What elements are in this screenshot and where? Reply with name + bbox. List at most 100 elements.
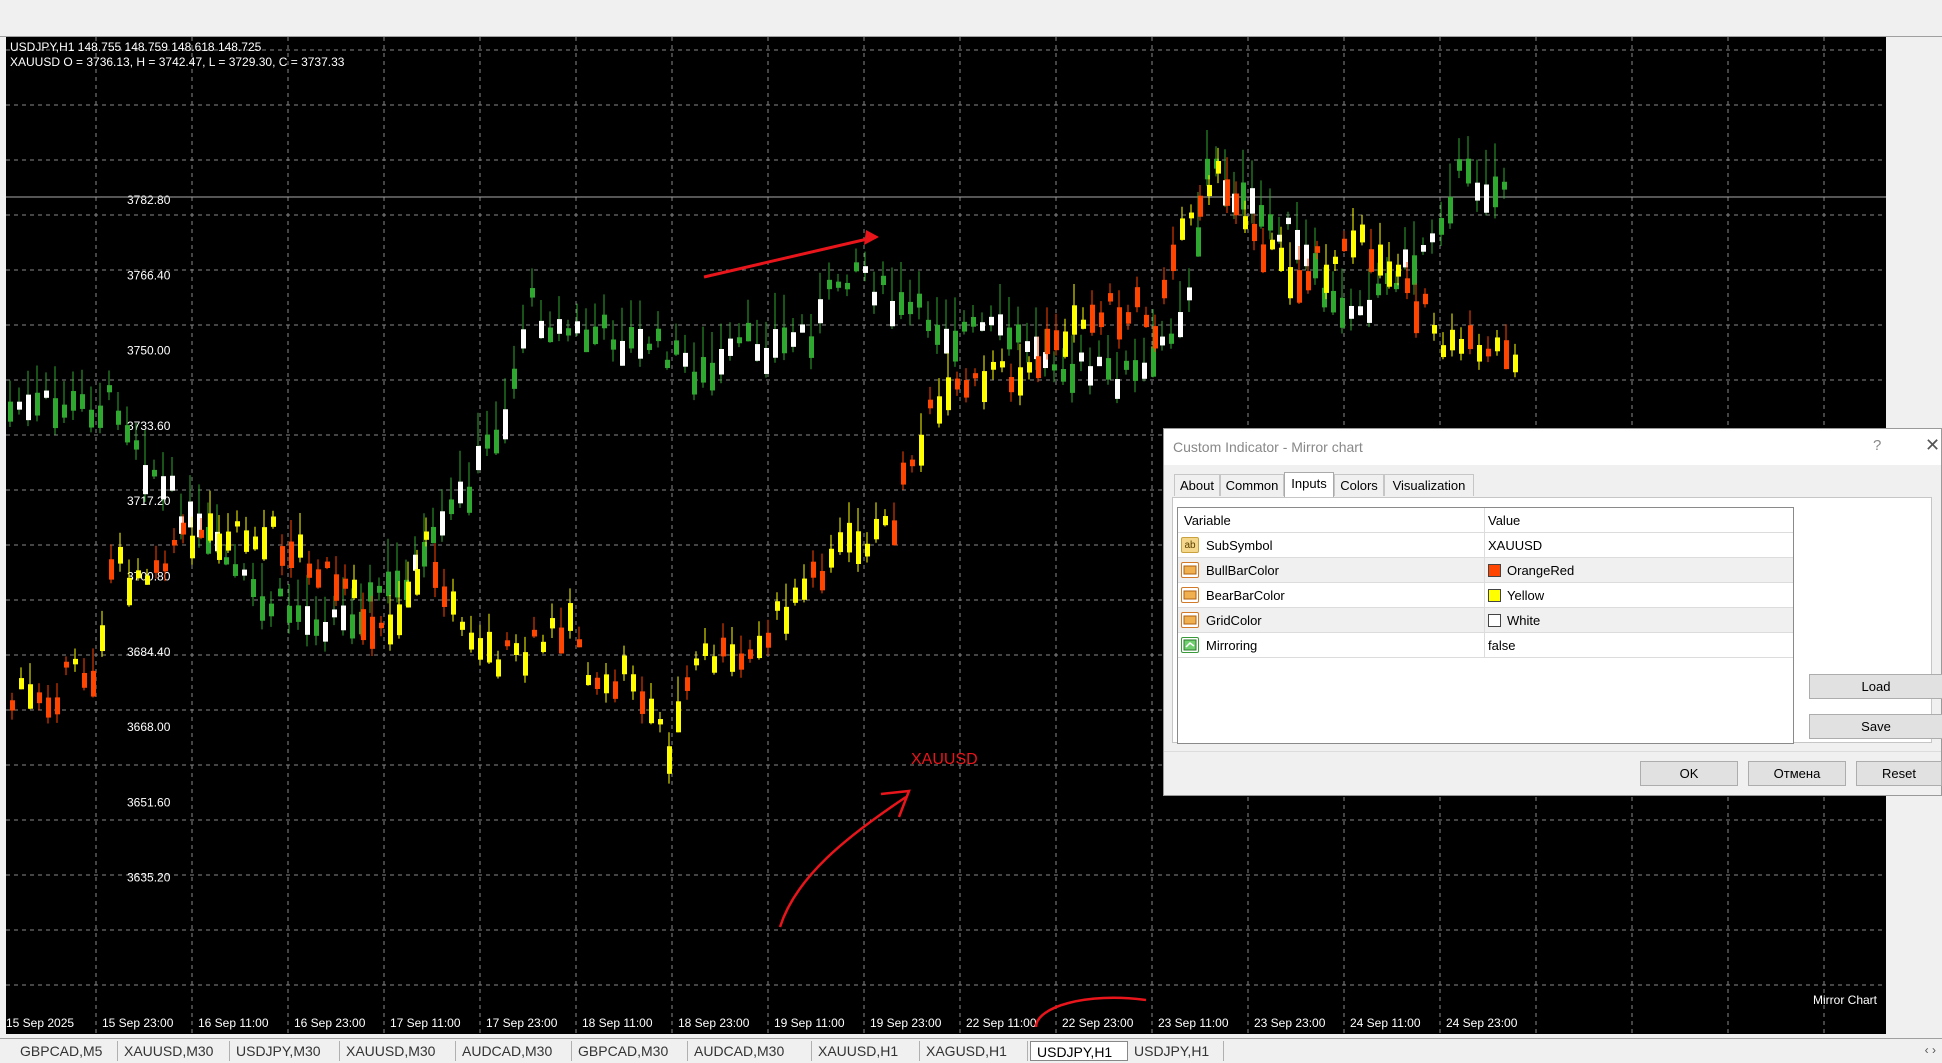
dialog-divider xyxy=(1164,751,1941,752)
row-value[interactable]: XAUUSD xyxy=(1488,538,1542,553)
candle-body xyxy=(1025,341,1030,352)
row-variable: BullBarColor xyxy=(1206,563,1279,578)
grid-row-gridcolor[interactable]: GridColor White xyxy=(1178,608,1793,633)
candle-body xyxy=(1052,364,1057,371)
annotation-curve-arrow xyxy=(778,795,907,928)
mirror-candle-body xyxy=(1090,304,1095,333)
mirror-candle-body xyxy=(622,655,627,675)
column-divider[interactable] xyxy=(1484,508,1485,533)
chart-tab[interactable]: USDJPY,M30 xyxy=(230,1041,340,1061)
time-axis-label: 15 Sep 23:00 xyxy=(102,1016,174,1030)
ok-button[interactable]: OK xyxy=(1640,761,1738,786)
row-value[interactable]: OrangeRed xyxy=(1507,563,1574,578)
chart-tab[interactable]: GBPCAD,M5 xyxy=(14,1041,118,1061)
mirror-candle-body xyxy=(577,639,582,648)
tab-colors[interactable]: Colors xyxy=(1334,474,1384,496)
reset-button[interactable]: Reset xyxy=(1856,761,1942,786)
chart-tab[interactable]: AUDCAD,M30 xyxy=(456,1041,572,1061)
mirror-candle-body xyxy=(865,543,870,557)
save-button[interactable]: Save xyxy=(1809,714,1942,739)
row-value[interactable]: false xyxy=(1488,638,1515,653)
candle-body xyxy=(1079,352,1084,362)
top-toolbar-area xyxy=(0,0,1942,37)
candle-body xyxy=(998,314,1003,336)
load-button[interactable]: Load xyxy=(1809,674,1942,699)
mirror-candle-body xyxy=(559,627,564,654)
candle-body xyxy=(1376,283,1381,296)
color-swatch xyxy=(1488,564,1501,577)
help-button[interactable]: ? xyxy=(1873,437,1881,454)
row-value[interactable]: White xyxy=(1507,613,1540,628)
candle-body xyxy=(737,337,742,344)
tab-about[interactable]: About xyxy=(1174,474,1220,496)
candle-body xyxy=(485,434,490,449)
mirror-candle-body xyxy=(595,677,600,689)
candle-body xyxy=(1088,366,1093,386)
candle-body xyxy=(1412,255,1417,285)
time-axis-label: 19 Sep 23:00 xyxy=(870,1016,942,1030)
mirror-candle-body xyxy=(523,652,528,676)
close-icon[interactable]: ✕ xyxy=(1925,435,1940,456)
chart-tab[interactable]: AUDCAD,M30 xyxy=(688,1041,812,1061)
chart-tab[interactable]: XAUUSD,H1 xyxy=(812,1041,920,1061)
candle-body xyxy=(233,564,238,576)
candle-body xyxy=(764,347,769,374)
header-variable: Variable xyxy=(1184,513,1231,528)
mirror-candle-body xyxy=(1279,247,1284,271)
candle-body xyxy=(629,327,634,349)
chart-tab[interactable]: XAUUSD,M30 xyxy=(118,1041,230,1061)
chart-tab[interactable]: GBPCAD,M30 xyxy=(572,1041,688,1061)
mirror-candle-body xyxy=(10,700,15,711)
row-value[interactable]: Yellow xyxy=(1507,588,1544,603)
dialog-titlebar[interactable]: Custom Indicator - Mirror chart ? ✕ xyxy=(1164,429,1941,465)
grid-row-mirroring[interactable]: Mirroring false xyxy=(1178,633,1793,658)
mirror-candle-body xyxy=(928,399,933,409)
candle-body xyxy=(611,339,616,350)
inputs-grid[interactable]: Variable Value ab SubSymbol XAUUSD BullB… xyxy=(1177,507,1794,744)
candle-body xyxy=(26,394,31,421)
grid-row-bearbarcolor[interactable]: BearBarColor Yellow xyxy=(1178,583,1793,608)
candle-body xyxy=(161,476,166,500)
time-axis-label: 23 Sep 23:00 xyxy=(1254,1016,1326,1030)
mirror-candle-body xyxy=(1513,354,1518,373)
mirror-candle-body xyxy=(1189,212,1194,219)
mirror-candle-body xyxy=(604,674,609,694)
mirror-candle-body xyxy=(1315,246,1320,253)
tab-visualization[interactable]: Visualization xyxy=(1384,474,1474,496)
candle-body xyxy=(8,401,13,422)
mirror-candle-body xyxy=(334,574,339,601)
candle-body xyxy=(1340,297,1345,328)
candle-body xyxy=(386,571,391,597)
mirror-candle-body xyxy=(172,539,177,546)
tab-inputs[interactable]: Inputs xyxy=(1284,472,1334,497)
candle-body xyxy=(467,486,472,513)
mirror-candle-body xyxy=(1198,195,1203,217)
mirror-candle-body xyxy=(1369,249,1374,272)
mirror-candle-body xyxy=(1477,344,1482,362)
candle-body xyxy=(71,391,76,411)
candle-body xyxy=(1430,233,1435,243)
chart-tab[interactable]: USDJPY,H1 xyxy=(1128,1041,1224,1061)
cancel-button[interactable]: Отмена xyxy=(1748,761,1846,786)
candle-body xyxy=(1268,214,1273,231)
mirror-candle-body xyxy=(1270,239,1275,250)
candle-body xyxy=(953,330,958,362)
tab-scroll-arrows[interactable]: ‹ › xyxy=(1925,1043,1936,1057)
chart-tab[interactable]: XAGUSD,H1 xyxy=(920,1041,1028,1061)
annotation-arrow-line xyxy=(703,235,877,279)
tab-common[interactable]: Common xyxy=(1220,474,1284,496)
mirror-candle-body xyxy=(469,632,474,650)
mirror-candle-body xyxy=(1288,267,1293,299)
mirror-candle-body xyxy=(901,462,906,485)
candle-body xyxy=(620,340,625,366)
grid-row-subsymbol[interactable]: ab SubSymbol XAUUSD xyxy=(1178,533,1793,558)
candle-body xyxy=(449,499,454,515)
mirror-candle-body xyxy=(487,631,492,663)
candle-body xyxy=(107,385,112,393)
mirror-candle-body xyxy=(505,640,510,647)
chart-tab[interactable]: XAUUSD,M30 xyxy=(340,1041,456,1061)
grid-row-bullbarcolor[interactable]: BullBarColor OrangeRed xyxy=(1178,558,1793,583)
mirror-candle-body xyxy=(55,697,60,715)
candle-body xyxy=(980,322,985,331)
chart-tab-active[interactable]: USDJPY,H1 xyxy=(1030,1041,1128,1061)
